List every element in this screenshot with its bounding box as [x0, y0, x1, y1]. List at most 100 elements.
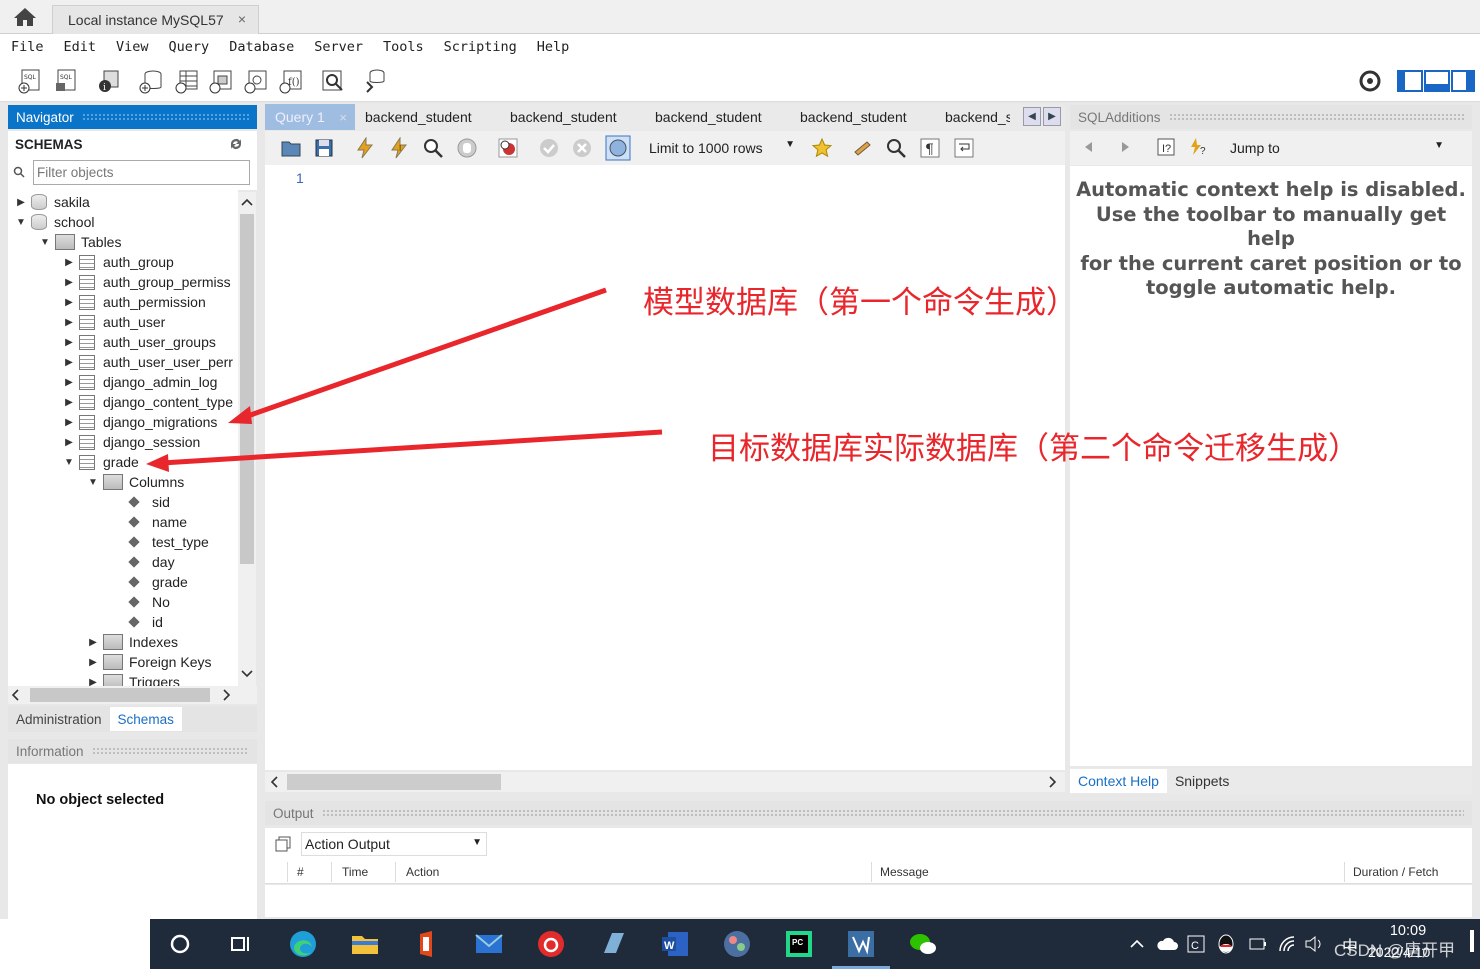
create-view-icon[interactable] [208, 68, 234, 94]
execute-icon[interactable] [354, 137, 376, 159]
tree-table-grade[interactable]: ▼ grade [63, 452, 139, 472]
tree-table-item[interactable]: ▶ django_migrations [63, 412, 217, 432]
save-icon[interactable] [313, 137, 335, 159]
find-icon[interactable] [885, 137, 907, 159]
expand-arrow-icon[interactable]: ▶ [63, 297, 75, 308]
tree-schema-school[interactable]: ▼ school [15, 212, 94, 232]
create-function-icon[interactable]: f() [278, 68, 304, 94]
tab-backend-student[interactable]: backend_student [790, 104, 935, 130]
netease-music-icon[interactable] [536, 929, 566, 959]
menu-query[interactable]: Query [169, 39, 210, 55]
task-view-icon[interactable] [226, 929, 256, 959]
expand-arrow-icon[interactable]: ▶ [87, 677, 99, 687]
start-circle-icon[interactable] [165, 929, 195, 959]
tree-table-item[interactable]: ▶ auth_user_groups [63, 332, 216, 352]
tree-indexes-folder[interactable]: ▶ Indexes [87, 632, 178, 652]
tree-table-item[interactable]: ▶ auth_user [63, 312, 165, 332]
collapse-arrow-icon[interactable]: ▼ [39, 237, 51, 248]
explain-icon[interactable] [422, 137, 444, 159]
tab-snippets[interactable]: Snippets [1167, 769, 1237, 793]
tree-column[interactable]: test_type [126, 532, 209, 552]
tab-context-help[interactable]: Context Help [1070, 769, 1167, 793]
create-procedure-icon[interactable] [243, 68, 269, 94]
forward-arrow-icon[interactable] [1118, 140, 1132, 154]
tab-administration[interactable]: Administration [8, 707, 110, 731]
create-schema-icon[interactable] [138, 68, 164, 94]
expand-arrow-icon[interactable]: ▶ [63, 397, 75, 408]
mysql-workbench-icon[interactable] [846, 929, 876, 959]
scroll-down-icon[interactable] [240, 668, 254, 680]
pycharm-icon[interactable]: PC [784, 929, 814, 959]
collapse-arrow-icon[interactable]: ▼ [15, 217, 27, 228]
file-explorer-icon[interactable] [350, 929, 380, 959]
menu-scripting[interactable]: Scripting [444, 39, 517, 55]
tree-schema-sakila[interactable]: ▶ sakila [15, 192, 90, 212]
tray-chevron-up-icon[interactable] [1128, 935, 1146, 953]
collapse-arrow-icon[interactable]: ▼ [87, 477, 99, 488]
home-icon[interactable] [12, 6, 38, 28]
expand-arrow-icon[interactable]: ▶ [63, 357, 75, 368]
notes-app-icon[interactable] [598, 929, 628, 959]
tree-table-item[interactable]: ▶ django_content_type [63, 392, 233, 412]
reconnect-icon[interactable] [362, 68, 388, 94]
tree-table-item[interactable]: ▶ auth_group_permiss [63, 272, 231, 292]
search-table-data-icon[interactable] [320, 68, 346, 94]
auto-help-icon[interactable]: ? [1188, 137, 1210, 157]
expand-arrow-icon[interactable]: ▶ [63, 437, 75, 448]
refresh-icon[interactable] [229, 138, 243, 150]
expand-arrow-icon[interactable]: ▶ [87, 657, 99, 668]
limit-rows-select[interactable]: Limit to 1000 rows ▼ [649, 137, 795, 159]
expand-arrow-icon[interactable]: ▶ [15, 197, 27, 208]
open-file-icon[interactable] [280, 137, 302, 159]
expand-arrow-icon[interactable]: ▶ [63, 277, 75, 288]
inspector-icon[interactable]: i [96, 68, 122, 94]
tree-column[interactable]: name [126, 512, 187, 532]
tree-column[interactable]: id [126, 612, 163, 632]
editor-hscroll-thumb[interactable] [287, 774, 501, 790]
tab-schemas[interactable]: Schemas [109, 707, 182, 731]
close-icon[interactable]: × [238, 11, 246, 27]
col-time[interactable]: Time [342, 865, 368, 879]
filter-objects-input[interactable]: Filter objects [33, 160, 250, 185]
tree-table-item[interactable]: ▶ django_session [63, 432, 200, 452]
edge-browser-icon[interactable] [288, 929, 318, 959]
tree-triggers-folder[interactable]: ▶ Triggers [87, 672, 180, 686]
tree-table-item[interactable]: ▶ auth_user_user_perr [63, 352, 233, 372]
tree-table-item[interactable]: ▶ auth_permission [63, 292, 206, 312]
tree-scroll-thumb[interactable] [240, 214, 254, 564]
tree-table-item[interactable]: ▶ auth_group [63, 252, 174, 272]
manual-help-icon[interactable]: I? [1156, 137, 1176, 157]
layout-toggle-icons[interactable] [1396, 68, 1476, 94]
tree-table-item[interactable]: ▶ django_admin_log [63, 372, 217, 392]
scroll-right-icon[interactable] [1046, 775, 1058, 789]
expand-arrow-icon[interactable]: ▶ [63, 417, 75, 428]
menu-view[interactable]: View [116, 39, 149, 55]
wrap-lines-icon[interactable] [953, 137, 975, 159]
commit-icon[interactable] [538, 137, 560, 159]
office-icon[interactable] [412, 929, 442, 959]
expand-arrow-icon[interactable]: ▶ [87, 637, 99, 648]
tree-tables-folder[interactable]: ▼ Tables [39, 232, 121, 252]
scroll-left-icon[interactable] [269, 775, 281, 789]
tray-app-icon[interactable]: C [1186, 934, 1206, 954]
rollback-icon[interactable] [571, 137, 593, 159]
stop-icon[interactable] [456, 137, 478, 159]
menu-help[interactable]: Help [537, 39, 570, 55]
expand-arrow-icon[interactable]: ▶ [63, 377, 75, 388]
menu-file[interactable]: File [11, 39, 44, 55]
globe-app-icon[interactable] [722, 929, 752, 959]
add-snippet-star-icon[interactable] [811, 137, 833, 159]
tab-query-1[interactable]: Query 1 × [265, 104, 355, 130]
col-action[interactable]: Action [406, 865, 439, 879]
tab-backend-s[interactable]: backend_s [935, 104, 1010, 130]
expand-arrow-icon[interactable]: ▶ [63, 337, 75, 348]
onedrive-cloud-icon[interactable] [1156, 935, 1178, 953]
word-icon[interactable]: W [660, 929, 690, 959]
output-type-select[interactable]: Action Output ▼ [301, 832, 487, 856]
beautify-icon[interactable] [852, 137, 874, 159]
invisible-chars-icon[interactable]: ¶ [919, 137, 941, 159]
collapse-arrow-icon[interactable]: ▼ [63, 457, 75, 468]
tree-columns-folder[interactable]: ▼ Columns [87, 472, 184, 492]
open-sql-script-icon[interactable]: SQL [53, 68, 79, 94]
wechat-icon[interactable] [908, 929, 938, 959]
